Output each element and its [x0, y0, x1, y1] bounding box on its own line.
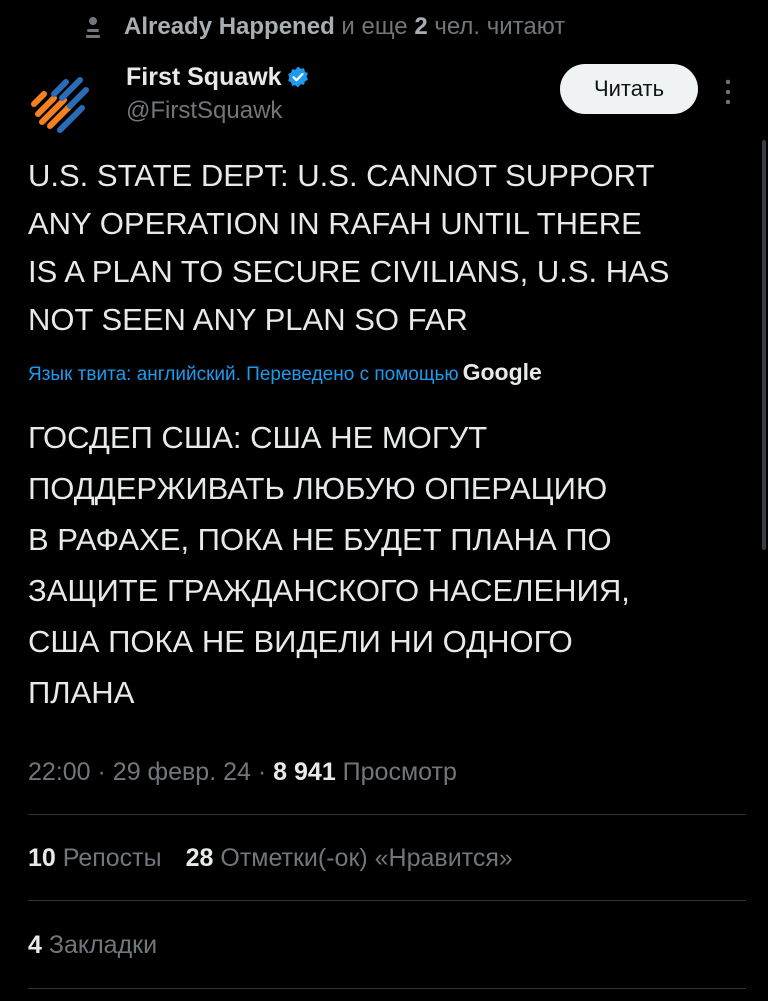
translated-line: В РАФАХЕ, ПОКА НЕ БУДЕТ ПЛАНА ПО [28, 522, 612, 557]
likes-label: Отметки(-ок) «Нравится» [220, 844, 513, 872]
reading-count: 2 [414, 13, 428, 40]
meta-separator: · [257, 758, 267, 786]
person-icon [86, 17, 100, 38]
translated-line: ГОСДЕП США: США НЕ МОГУТ [28, 420, 488, 455]
reading-indicator[interactable]: Already Happened и еще 2 чел. читают [0, 0, 768, 56]
views-count: 8 941 [273, 758, 336, 786]
reading-suffix: чел. читают [434, 13, 566, 40]
views-label: Просмотр [342, 758, 457, 786]
follow-button[interactable]: Читать [560, 64, 698, 114]
avatar[interactable] [24, 64, 100, 140]
scrollbar[interactable] [762, 140, 766, 550]
translation-note-text: Язык твита: английский. Переведено с пом… [28, 364, 459, 385]
translated-line: ПЛАНА [28, 675, 135, 710]
reading-name: Already Happened [124, 13, 335, 40]
translated-line: США ПОКА НЕ ВИДЕЛИ НИ ОДНОГО [28, 624, 573, 659]
bookmarks-label: Закладки [48, 931, 158, 959]
reposts-link[interactable]: 10 Репосты [28, 844, 162, 872]
tweet-line: IS A PLAN TO SECURE CIVILIANS, U.S. HAS [28, 254, 670, 289]
tweet-author: First Squawk @FirstSquawk Читать [0, 56, 768, 146]
tweet-text: U.S. STATE DEPT: U.S. CANNOT SUPPORT ANY… [28, 152, 748, 344]
tweet-meta: 22:00 · 29 февр. 24 · 8 941 Просмотр [28, 756, 457, 788]
meta-separator: · [97, 758, 106, 786]
verified-badge-icon [287, 66, 308, 88]
reposts-label: Репосты [62, 844, 162, 872]
tweet-date[interactable]: 29 февр. 24 [113, 758, 251, 786]
display-name-text: First Squawk [126, 63, 282, 91]
translated-line: ЗАЩИТЕ ГРАЖДАНСКОГО НАСЕЛЕНИЯ, [28, 573, 630, 608]
more-options-icon[interactable] [722, 72, 734, 112]
tweet-time[interactable]: 22:00 [28, 758, 91, 786]
likes-count: 28 [185, 844, 214, 872]
divider [28, 988, 746, 989]
divider [28, 814, 746, 815]
reading-mid: и еще [341, 13, 408, 40]
bookmarks-count: 4 [28, 931, 42, 959]
engagement-stats: 10 Репосты 28 Отметки(-ок) «Нравится» [28, 842, 513, 874]
tweet-line: NOT SEEN ANY PLAN SO FAR [28, 302, 468, 337]
reposts-count: 10 [28, 844, 56, 872]
likes-link[interactable]: 28 Отметки(-ок) «Нравится» [186, 844, 513, 872]
tweet-line: ANY OPERATION IN RAFAH UNTIL THERE [28, 206, 642, 241]
handle[interactable]: @FirstSquawk [126, 96, 282, 126]
display-name[interactable]: First Squawk [126, 62, 310, 92]
google-brand: Google [462, 359, 542, 385]
tweet-line: U.S. STATE DEPT: U.S. CANNOT SUPPORT [28, 158, 655, 193]
translated-tweet-text: ГОСДЕП США: США НЕ МОГУТ ПОДДЕРЖИВАТЬ ЛЮ… [28, 412, 748, 718]
translated-line: ПОДДЕРЖИВАТЬ ЛЮБУЮ ОПЕРАЦИЮ [28, 471, 608, 506]
translation-note[interactable]: Язык твита: английский. Переведено с пом… [28, 358, 542, 389]
bookmarks-link[interactable]: 4 Закладки [28, 929, 157, 961]
reading-text: Already Happened и еще 2 чел. читают [124, 12, 565, 42]
divider [28, 900, 746, 901]
